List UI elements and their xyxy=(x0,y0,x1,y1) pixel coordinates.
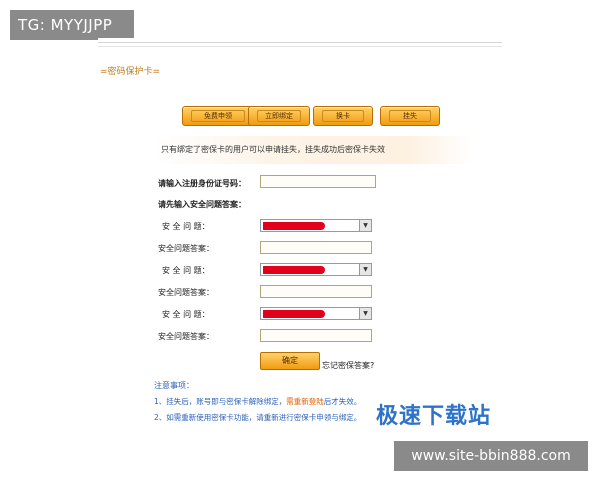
note-line-1: 1、挂失后，账号即与密保卡解除绑定，需重新登陆后才失效。 xyxy=(154,396,361,407)
tab-change-card[interactable]: 换卡 xyxy=(313,106,373,126)
note-text: 后才失效。 xyxy=(323,397,362,406)
tab-label: 免费申领 xyxy=(191,110,245,122)
chevron-down-icon: ▼ xyxy=(359,308,371,319)
question-select-1[interactable]: ▼ xyxy=(260,219,372,232)
note-line-2: 2、如需重新使用密保卡功能，请重新进行密保卡申领与绑定。 xyxy=(154,413,362,422)
answer-label-3: 安全问题答案： xyxy=(158,332,214,341)
tab-report-loss[interactable]: 挂失 xyxy=(380,106,440,126)
question-label-2: 安 全 问 题： xyxy=(162,266,210,275)
watermark-top-left: TG: MYYJJPP xyxy=(10,10,134,40)
divider xyxy=(98,42,502,43)
chevron-down-icon: ▼ xyxy=(359,220,371,231)
question-select-3[interactable]: ▼ xyxy=(260,307,372,320)
qa-heading: 请先输入安全问题答案： xyxy=(158,200,246,209)
forgot-answer-link[interactable]: 忘记密保答案? xyxy=(322,360,374,371)
answer-input-1[interactable] xyxy=(260,241,372,254)
redaction-mark xyxy=(263,310,325,318)
tab-bind-now[interactable]: 立即绑定 xyxy=(248,106,310,126)
redaction-mark xyxy=(263,222,325,230)
answer-input-3[interactable] xyxy=(260,329,372,342)
notes-title: 注意事项： xyxy=(154,381,194,390)
tab-free-apply[interactable]: 免费申领 xyxy=(182,106,254,126)
question-label-3: 安 全 问 题： xyxy=(162,310,210,319)
section-title: =密码保护卡= xyxy=(100,67,161,77)
watermark-bottom-right: www.site-bbin888.com xyxy=(394,441,588,471)
redaction-mark xyxy=(263,266,325,274)
answer-label-2: 安全问题答案： xyxy=(158,288,214,297)
security-card-panel: =密码保护卡= 免费申领 立即绑定 换卡 挂失 只有绑定了密保卡的用户可以申请挂… xyxy=(98,38,502,440)
tab-label: 立即绑定 xyxy=(257,110,301,122)
question-label-1: 安 全 问 题： xyxy=(162,222,210,231)
note-highlight: 需重新登陆 xyxy=(286,397,324,406)
id-number-input[interactable] xyxy=(260,175,376,188)
confirm-button[interactable]: 确定 xyxy=(260,352,320,370)
answer-label-1: 安全问题答案： xyxy=(158,244,214,253)
note-text: 1、挂失后，账号即与密保卡解除绑定， xyxy=(154,397,287,406)
notice-banner: 只有绑定了密保卡的用户可以申请挂失，挂失成功后密保卡失效 xyxy=(154,136,474,164)
chevron-down-icon: ▼ xyxy=(359,264,371,275)
id-number-label: 请输入注册身份证号码： xyxy=(158,179,246,188)
question-select-2[interactable]: ▼ xyxy=(260,263,372,276)
watermark-logo: 极速下载站 xyxy=(376,404,492,429)
divider xyxy=(98,46,502,47)
answer-input-2[interactable] xyxy=(260,285,372,298)
tab-label: 挂失 xyxy=(389,110,431,122)
tab-label: 换卡 xyxy=(322,110,364,122)
